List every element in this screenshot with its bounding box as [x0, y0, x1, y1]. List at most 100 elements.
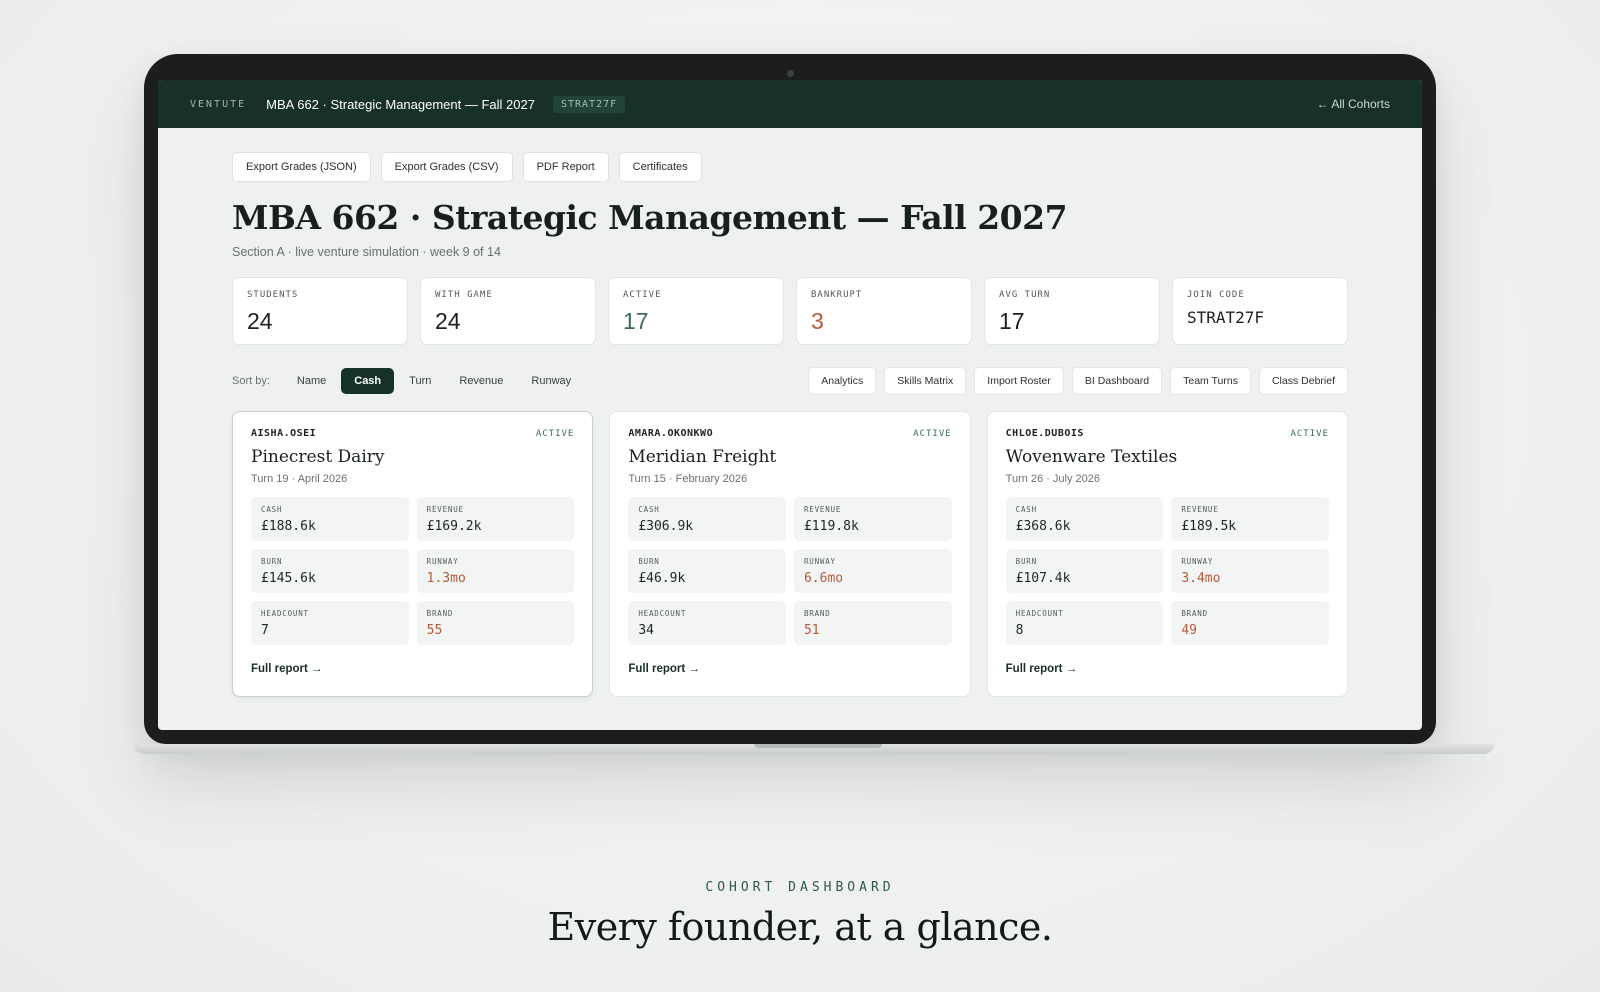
metric-value: 34 [638, 623, 654, 638]
laptop-notch [754, 744, 882, 748]
bi-dashboard-button[interactable]: BI Dashboard [1071, 367, 1163, 395]
metric-label: BRAND [1181, 609, 1208, 618]
stat-active: ACTIVE 17 [608, 277, 784, 345]
import-roster-button[interactable]: Import Roster [974, 367, 1064, 395]
metric-value: 7 [261, 623, 269, 638]
company-name: Pinecrest Dairy [251, 447, 385, 467]
metric-revenue: REVENUE £169.2k [416, 497, 575, 541]
skills-matrix-button[interactable]: Skills Matrix [884, 367, 967, 395]
metric-brand: BRAND 49 [1171, 601, 1329, 645]
metric-value: 8 [1015, 623, 1024, 638]
metric-value: 55 [426, 623, 443, 638]
page-title: MBA 662 · Strategic Management — Fall 20… [232, 198, 1068, 237]
turn-info: Turn 26 · July 2026 [1005, 473, 1101, 485]
stats-row: STUDENTS 24 WITH GAME 24 ACTIVE 17 BANKR… [232, 277, 1348, 345]
metric-headcount: HEADCOUNT 34 [628, 601, 786, 645]
stat-bankrupt: BANKRUPT 3 [796, 277, 972, 345]
metric-runway: RUNWAY 6.6mo [793, 549, 952, 593]
turn-info: Turn 15 · February 2026 [628, 473, 748, 485]
student-card[interactable]: AMARA.OKONKWO ACTIVE Meridian Freight Tu… [609, 411, 971, 697]
sort-cash[interactable]: Cash [341, 368, 395, 394]
sort-revenue[interactable]: Revenue [446, 368, 516, 394]
all-cohorts-link[interactable]: ← All Cohorts [1317, 97, 1390, 111]
student-card[interactable]: AISHA.OSEI ACTIVE Pinecrest Dairy Turn 1… [232, 411, 594, 697]
metric-label: RUNWAY [426, 557, 459, 566]
metric-headcount: HEADCOUNT 7 [251, 601, 409, 645]
class-debrief-button[interactable]: Class Debrief [1258, 367, 1348, 395]
sort-name[interactable]: Name [284, 368, 339, 394]
full-report-link[interactable]: Full report → [251, 663, 323, 675]
student-username: CHLOE.DUBOIS [1005, 428, 1084, 439]
pdf-report-button[interactable]: PDF Report [522, 152, 609, 182]
page-subtitle: Section A · live venture simulation · we… [232, 245, 501, 259]
course-title: MBA 662 · Strategic Management — Fall 20… [266, 96, 535, 112]
metric-value: 3.4mo [1181, 571, 1221, 586]
export-csv-button[interactable]: Export Grades (CSV) [380, 152, 513, 182]
turn-info: Turn 19 · April 2026 [251, 473, 348, 485]
metric-runway: RUNWAY 1.3mo [416, 549, 575, 593]
tools-toolbar: Analytics Skills Matrix Import Roster BI… [808, 367, 1348, 395]
metric-burn: BURN £145.6k [251, 549, 409, 593]
metric-value: £107.4k [1015, 571, 1071, 586]
metric-label: REVENUE [426, 505, 464, 514]
metric-value: 49 [1181, 623, 1197, 638]
metric-runway: RUNWAY 3.4mo [1171, 549, 1329, 593]
metric-headcount: HEADCOUNT 8 [1005, 601, 1164, 645]
company-name: Wovenware Textiles [1005, 447, 1178, 467]
full-report-link[interactable]: Full report → [1006, 663, 1078, 675]
metric-value: 51 [803, 623, 820, 638]
metric-label: RUNWAY [1181, 557, 1214, 566]
caption-eyebrow: COHORT DASHBOARD [705, 880, 895, 895]
metric-brand: BRAND 51 [793, 601, 952, 645]
stat-label: JOIN CODE [1187, 290, 1245, 300]
stat-join-code: JOIN CODE STRAT27F [1172, 277, 1348, 345]
stat-label: STUDENTS [247, 290, 299, 300]
stat-label: BANKRUPT [811, 290, 863, 300]
student-username: AISHA.OSEI [251, 428, 317, 439]
full-report-link[interactable]: Full report → [628, 663, 700, 675]
metric-value: £306.9k [638, 519, 694, 534]
metric-label: BURN [261, 557, 283, 566]
export-json-button[interactable]: Export Grades (JSON) [232, 152, 371, 182]
team-turns-button[interactable]: Team Turns [1170, 367, 1251, 395]
stat-value: 17 [623, 308, 649, 334]
metric-cash: CASH £188.6k [251, 497, 409, 541]
stat-value[interactable]: STRAT27F [1187, 308, 1333, 327]
metric-label: BURN [638, 557, 660, 566]
metric-brand: BRAND 55 [416, 601, 575, 645]
main-content: Export Grades (JSON) Export Grades (CSV)… [158, 128, 1422, 697]
company-name: Meridian Freight [628, 447, 777, 467]
metric-burn: BURN £46.9k [628, 549, 786, 593]
metric-label: RUNWAY [803, 557, 836, 566]
export-toolbar: Export Grades (JSON) Export Grades (CSV)… [232, 152, 1348, 182]
certificates-button[interactable]: Certificates [618, 152, 702, 182]
top-bar: VENTUTE MBA 662 · Strategic Management —… [158, 80, 1422, 128]
student-card[interactable]: CHLOE.DUBOIS ACTIVE Wovenware Textiles T… [986, 411, 1348, 697]
metric-value: £119.8k [803, 519, 859, 534]
stat-value: 17 [999, 308, 1025, 334]
stat-value: 3 [811, 308, 824, 334]
metric-value: £169.2k [426, 519, 482, 534]
metric-label: CASH [638, 505, 660, 514]
metric-cash: CASH £368.6k [1005, 497, 1164, 541]
metric-value: £368.6k [1015, 519, 1071, 534]
analytics-button[interactable]: Analytics [808, 367, 877, 395]
stat-with-game: WITH GAME 24 [420, 277, 596, 345]
metric-value: £189.5k [1181, 519, 1237, 534]
metric-label: REVENUE [803, 505, 842, 514]
metric-label: HEADCOUNT [638, 609, 687, 618]
stat-value: 24 [435, 308, 461, 334]
metric-label: REVENUE [1181, 505, 1219, 514]
camera-dot [787, 70, 794, 77]
sort-runway[interactable]: Runway [518, 368, 584, 394]
brand-logo: VENTUTE [190, 98, 247, 110]
metric-label: BRAND [803, 609, 831, 618]
marketing-caption: COHORT DASHBOARD Every founder, at a gla… [0, 880, 1600, 949]
stat-label: WITH GAME [435, 290, 493, 300]
stat-value: 24 [247, 308, 273, 334]
metric-label: HEADCOUNT [261, 609, 309, 618]
sort-turn[interactable]: Turn [396, 368, 444, 394]
metric-value: £46.9k [638, 571, 686, 586]
sort-label: Sort by: [232, 375, 270, 387]
stat-avg-turn: AVG TURN 17 [984, 277, 1160, 345]
